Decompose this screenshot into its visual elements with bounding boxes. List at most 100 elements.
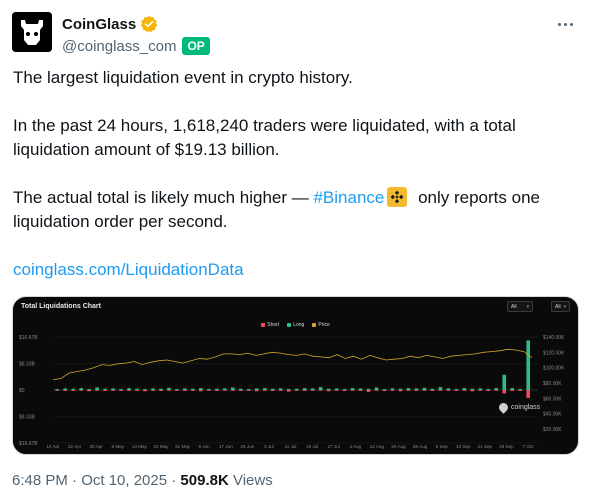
right-axis-tick-label: $20.00K [543,427,562,433]
tweet-text: The largest liquidation event in crypto … [13,66,573,306]
link-paragraph: coinglass.com/LiquidationData [13,258,573,282]
short-liquidation-bar [199,390,203,392]
long-liquidation-bar [63,388,67,390]
long-liquidation-bar [278,388,283,390]
short-liquidation-bar [119,390,123,391]
short-liquidation-bar [438,390,443,391]
verified-badge-icon[interactable] [140,15,158,33]
short-liquidation-bar [366,390,371,392]
x-axis-tick-label: 21 Sep [478,444,493,449]
chart-legend: Short Long Price [13,322,578,328]
legend-item-long: Long [287,322,304,328]
short-liquidation-bar [430,390,435,391]
short-liquidation-bar [398,390,403,392]
legend-label-long: Long [293,322,305,328]
display-name[interactable]: CoinGlass [62,16,136,33]
long-liquidation-bar [302,388,307,390]
long-liquidation-bar [374,387,379,390]
liquidation-data-link[interactable]: coinglass.com/LiquidationData [13,260,244,279]
short-liquidation-bar [246,390,251,391]
filter-select-2-value: All [555,304,561,310]
coinglass-logo-icon [12,12,52,52]
short-liquidation-bar [151,390,155,391]
handle[interactable]: @coinglass_com [62,38,176,55]
x-axis-tick-label: 14 May [132,444,148,449]
x-axis-tick-label: 30 Apr [90,444,104,449]
long-liquidation-bar [414,388,419,390]
legend-swatch-price [312,323,317,327]
chart-image[interactable]: $16.67B $8.33B $0 $8.33B $16.67B $140.00K $120… [12,296,579,455]
timestamp-link[interactable]: 6:48 PM · Oct 10, 2025 · [12,472,180,489]
x-axis-tick-label: 29 Sep [499,444,514,449]
long-liquidation-bar [390,388,395,390]
short-liquidation-bar [167,390,171,391]
long-liquidation-bar [454,389,459,390]
legend-item-short: Short [261,322,279,328]
short-liquidation-bar [111,390,115,391]
short-liquidation-bar [87,390,91,392]
short-liquidation-bar [486,390,491,391]
x-axis-tick-label: 27 Jul [328,444,340,449]
long-liquidation-bar [422,387,427,390]
binance-hashtag-link[interactable]: #Binance [313,188,384,207]
long-liquidation-bar [462,388,467,390]
long-liquidation-bar [438,387,443,390]
views-label: Views [228,472,273,489]
legend-label-price: Price [318,322,330,328]
tweet-header: CoinGlass @coinglass_com OP [12,12,580,56]
para3-prefix: The actual total is likely much higher — [13,188,314,207]
filter-select-2: All ▾ [551,301,571,312]
long-liquidation-bar [262,388,267,390]
short-liquidation-bar [318,390,323,391]
long-liquidation-bar [270,388,275,390]
short-liquidation-bar [518,390,523,391]
more-options-button[interactable] [554,14,576,34]
x-axis-tick-label: 25 Jun [240,444,254,449]
long-liquidation-bar [326,388,331,390]
right-axis-tick-label: $100.00K [543,366,565,372]
long-liquidation-bar [502,374,507,390]
long-liquidation-bar [207,389,211,390]
short-liquidation-bar [95,390,99,391]
op-badge: OP [182,37,210,55]
long-liquidation-bar [510,388,515,390]
views-count: 509.8K [180,472,229,489]
long-liquidation-bar [526,340,531,390]
left-axis-tick-label: $16.67B [19,335,38,341]
short-liquidation-bar [526,390,531,398]
long-liquidation-bar [494,388,499,390]
long-liquidation-bar [518,389,523,390]
short-liquidation-bar [254,390,259,392]
short-liquidation-bar [334,390,339,391]
x-axis-tick-label: 12 Aug [370,444,385,449]
short-liquidation-bar [358,390,363,391]
short-liquidation-bar [326,390,331,392]
x-axis-tick-label: 19 Jul [306,444,318,449]
price-line [52,348,533,381]
x-axis-tick-label: 22 Apr [68,444,82,449]
x-axis-tick-label: 9 Jun [199,444,211,449]
x-axis-tick-label: 7 Oct [523,444,535,449]
short-liquidation-bar [270,390,275,391]
long-liquidation-bar [103,388,107,390]
tweet-paragraph-3: The actual total is likely much higher —… [13,186,573,234]
long-liquidation-bar [135,388,139,390]
short-liquidation-bar [231,390,235,391]
long-liquidation-bar [239,388,243,390]
chart-title: Total Liquidations Chart [21,303,101,310]
short-liquidation-bar [462,390,467,391]
long-liquidation-bar [95,387,99,390]
long-liquidation-bar [350,388,355,390]
long-liquidation-bar [398,388,403,390]
x-axis-tick-label: 13 Sep [456,444,471,449]
long-liquidation-bar [167,387,171,390]
right-axis-tick-label: $40.00K [543,412,562,418]
short-liquidation-bar [103,390,107,391]
right-axis-tick-label: $140.00K [543,335,565,341]
short-liquidation-bar [175,390,179,391]
binance-logo-icon [387,187,408,207]
legend-swatch-long [287,323,292,327]
long-liquidation-bar [71,388,75,390]
short-liquidation-bar [494,390,499,391]
avatar[interactable] [12,12,52,52]
